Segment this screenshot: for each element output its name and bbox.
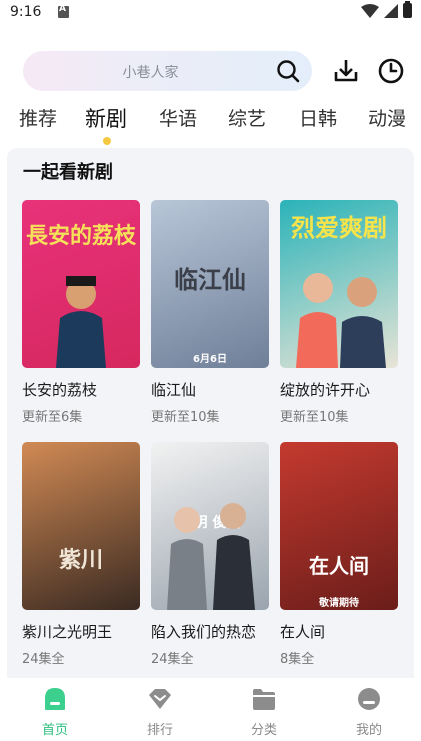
signal-icon [384, 4, 398, 18]
bottom-navigation: 首页 排行 分类 我的 [0, 678, 421, 741]
poster-image[interactable]: 長安的荔枝 [22, 200, 140, 368]
nav-ranking[interactable]: 排行 [120, 678, 200, 741]
card-title: 临江仙 [151, 381, 197, 399]
nav-home[interactable]: 首页 [15, 678, 95, 741]
card-episode-status: 更新至6集 [22, 410, 83, 425]
drama-card[interactable]: 临江仙 6月6日 临江仙 更新至10集 [151, 200, 269, 425]
poster-figure [56, 276, 106, 368]
poster-image[interactable]: 临江仙 6月6日 [151, 200, 269, 368]
card-episode-status: 24集全 [22, 652, 65, 667]
nav-category[interactable]: 分类 [224, 678, 304, 741]
tab-japan-korea[interactable]: 日韩 [299, 104, 337, 131]
search-bar[interactable]: 小巷人家 [23, 51, 312, 91]
card-title: 陷入我们的热恋 [151, 623, 257, 641]
nav-label: 我的 [355, 723, 382, 738]
ranking-icon [149, 689, 171, 709]
search-input[interactable]: 小巷人家 [23, 62, 278, 82]
poster-title: 長安的荔枝 [25, 224, 136, 249]
drama-card[interactable]: 在人间 敬请期待 在人间 8集全 [280, 442, 398, 667]
poster-image[interactable]: 烈爱爽剧 [280, 200, 398, 368]
card-episode-status: 更新至10集 [280, 410, 349, 425]
poster-title: 烈爱爽剧 [291, 214, 387, 242]
nav-label: 排行 [146, 723, 173, 738]
drama-card[interactable]: 烈爱爽剧 绽放的许开心 更新至10集 [280, 200, 398, 425]
category-tabs: 推荐 新剧 华语 综艺 日韩 动漫 [0, 104, 421, 140]
nav-label: 分类 [250, 723, 277, 738]
card-title: 长安的荔枝 [22, 381, 98, 399]
content-area: 一起看新剧 長安的荔枝 长安的荔枝 更新至6集 临江仙 6月6日 临江仙 更新至… [7, 148, 414, 678]
status-bar: 9:16 [0, 0, 421, 26]
card-episode-status: 24集全 [151, 652, 194, 667]
tab-recommend[interactable]: 推荐 [19, 104, 57, 131]
poster-coming-soon: 敬请期待 [319, 598, 359, 609]
drama-card[interactable]: 紫川 紫川之光明王 24集全 [22, 442, 140, 667]
tab-anime[interactable]: 动漫 [368, 104, 406, 131]
card-title: 紫川之光明王 [22, 623, 113, 641]
poster-figure [296, 273, 386, 368]
poster-image[interactable]: 在人间 敬请期待 [280, 442, 398, 610]
tab-variety[interactable]: 综艺 [228, 104, 266, 131]
poster-image[interactable]: 紫川 [22, 442, 140, 610]
tab-new-drama[interactable]: 新剧 [85, 103, 127, 133]
tab-chinese[interactable]: 华语 [159, 104, 197, 131]
battery-icon [403, 1, 412, 18]
active-tab-indicator [103, 137, 111, 145]
sim-icon [58, 4, 69, 18]
poster-figure [167, 503, 255, 610]
card-title: 在人间 [280, 623, 326, 641]
section-title: 一起看新剧 [23, 162, 113, 183]
profile-icon [358, 688, 380, 710]
card-episode-status: 更新至10集 [151, 410, 220, 425]
status-time: 9:16 [10, 4, 42, 20]
drama-card[interactable]: 高明 俊倡 陷入我们的热恋 24集全 [151, 442, 269, 667]
poster-date: 6月6日 [193, 354, 227, 365]
card-title: 绽放的许开心 [280, 381, 371, 399]
history-icon[interactable] [377, 57, 405, 85]
card-episode-status: 8集全 [280, 652, 315, 667]
poster-title: 在人间 [309, 554, 369, 578]
wifi-icon [361, 4, 379, 18]
nav-label: 首页 [41, 723, 68, 738]
drama-card[interactable]: 長安的荔枝 长安的荔枝 更新至6集 [22, 200, 140, 425]
home-icon [45, 688, 65, 710]
search-icon[interactable] [276, 59, 300, 83]
nav-profile[interactable]: 我的 [329, 678, 409, 741]
folder-icon [253, 689, 275, 710]
download-icon[interactable] [332, 57, 360, 85]
poster-image[interactable]: 高明 俊倡 [151, 442, 269, 610]
poster-title: 临江仙 [174, 266, 246, 294]
poster-title: 紫川 [58, 548, 103, 573]
